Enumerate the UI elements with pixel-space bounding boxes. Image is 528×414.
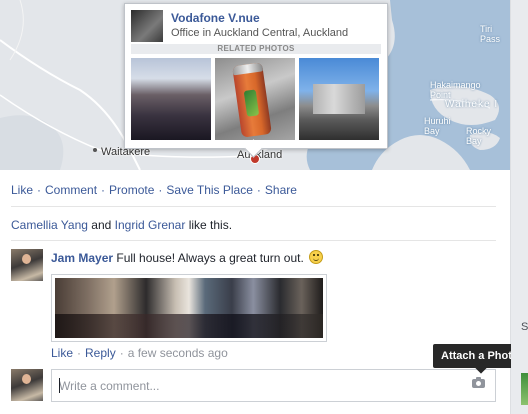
likes-suffix: like this.: [188, 218, 233, 232]
comment-input[interactable]: [59, 378, 459, 394]
comment-like-link[interactable]: Like: [51, 346, 73, 360]
separator: ·: [37, 183, 42, 197]
place-thumbnail[interactable]: [131, 10, 163, 42]
like-link[interactable]: Like: [11, 183, 33, 197]
related-photos-label: RELATED PHOTOS: [131, 44, 381, 54]
right-sidebar: [511, 0, 528, 414]
likes-and: and: [91, 218, 112, 232]
liker-2[interactable]: Ingrid Grenar: [115, 218, 186, 232]
building-image: [313, 84, 365, 114]
comment-reply-link[interactable]: Reply: [85, 346, 116, 360]
sidebar-letter: S: [521, 321, 528, 333]
comment-text: Full house! Always a great turn out.: [116, 251, 304, 265]
text-caret: [59, 378, 60, 393]
separator: ·: [101, 183, 106, 197]
smiley-icon: [309, 250, 324, 264]
comment-link[interactable]: Comment: [45, 183, 97, 197]
comment-input-box[interactable]: [51, 369, 496, 402]
share-link[interactable]: Share: [265, 183, 297, 197]
comment-meta: Like · Reply · a few seconds ago: [51, 346, 228, 360]
related-photo-1[interactable]: [131, 58, 211, 140]
promote-link[interactable]: Promote: [109, 183, 154, 197]
divider: [11, 206, 496, 207]
comment-body: Jam Mayer Full house! Always a great tur…: [51, 250, 491, 265]
divider: [11, 240, 496, 241]
camera-icon[interactable]: [472, 377, 485, 388]
place-popup: Vodafone V.nue Office in Auckland Centra…: [124, 3, 388, 149]
separator: ·: [77, 346, 82, 360]
related-photo-3[interactable]: [299, 58, 379, 140]
avatar-face: [22, 254, 31, 264]
map-label-huruhi: Huruhi Bay: [424, 116, 451, 136]
avatar-face: [22, 374, 31, 384]
can-image: [232, 62, 272, 138]
avatar: [11, 369, 43, 401]
map-dot-icon: [93, 148, 97, 152]
save-place-link[interactable]: Save This Place: [166, 183, 253, 197]
map-label-waiheke: Waiheke I: [445, 99, 499, 110]
avatar[interactable]: [11, 249, 43, 281]
map-label-hakaimango: Hakaimango Point: [430, 80, 481, 100]
separator: ·: [158, 183, 163, 197]
separator: ·: [256, 183, 261, 197]
map-label-rocky: Rocky Bay: [466, 126, 492, 146]
map-label-tiri: Tiri Pass: [480, 24, 501, 44]
map[interactable]: Waitakere Auckland Hakaimango Point Waih…: [0, 0, 510, 170]
liker-1[interactable]: Camellia Yang: [11, 218, 88, 232]
comment-author[interactable]: Jam Mayer: [51, 251, 113, 265]
likes-summary: Camellia Yang and Ingrid Grenar like thi…: [11, 218, 232, 232]
sidebar-image[interactable]: [521, 373, 528, 405]
related-photo-2[interactable]: [215, 58, 295, 140]
place-subtitle: Office in Auckland Central, Auckland: [171, 27, 349, 39]
post-actions: Like · Comment · Promote · Save This Place · Sha…: [11, 183, 297, 197]
comment-photo[interactable]: [51, 274, 327, 342]
place-name[interactable]: Vodafone V.nue: [171, 11, 260, 25]
comment-photo-image: [55, 278, 323, 338]
separator: ·: [119, 346, 124, 360]
comment-timestamp[interactable]: a few seconds ago: [128, 346, 228, 360]
